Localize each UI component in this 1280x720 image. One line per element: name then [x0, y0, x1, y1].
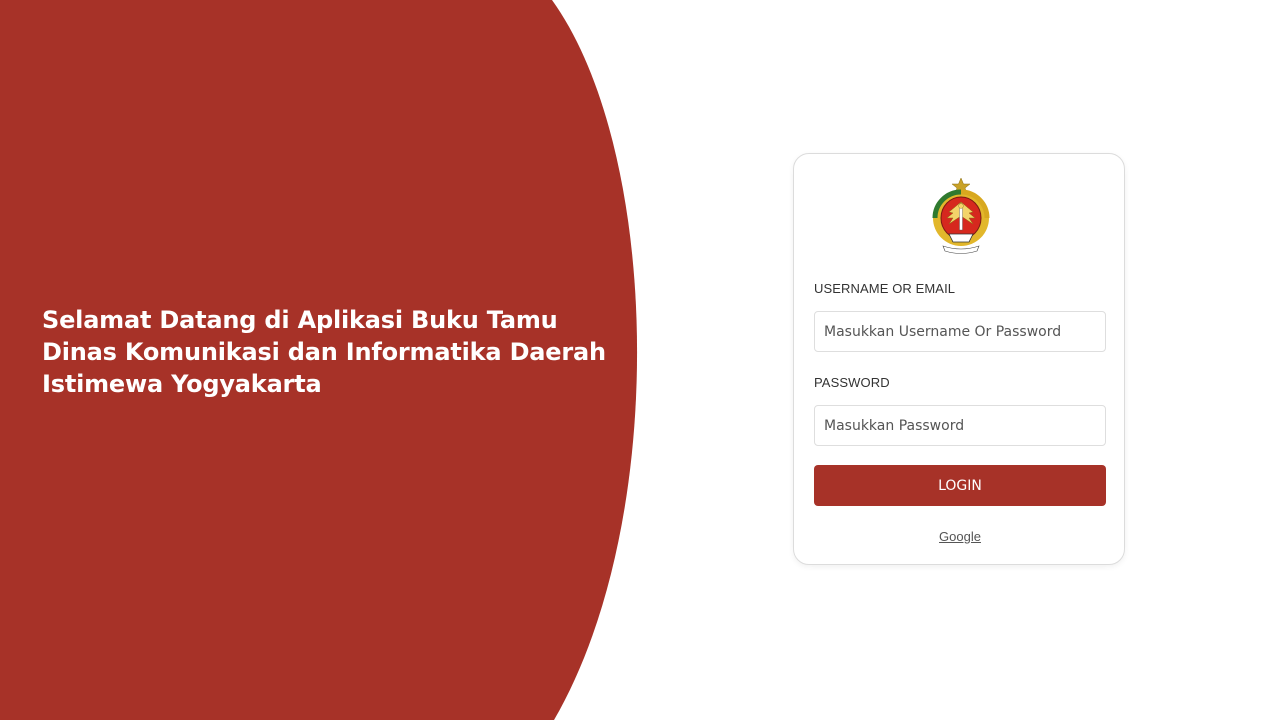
- password-input[interactable]: [814, 405, 1106, 446]
- username-label: USERNAME OR EMAIL: [814, 281, 956, 296]
- login-button[interactable]: LOGIN: [814, 465, 1106, 506]
- password-label: PASSWORD: [814, 375, 890, 390]
- google-login-link[interactable]: Google: [794, 529, 1126, 544]
- diy-coat-of-arms-icon: [932, 177, 990, 254]
- login-card: USERNAME OR EMAIL PASSWORD LOGIN Google: [793, 153, 1125, 565]
- welcome-heading: Selamat Datang di Aplikasi Buku Tamu Din…: [42, 306, 606, 398]
- username-input[interactable]: [814, 311, 1106, 352]
- login-page: Selamat Datang di Aplikasi Buku Tamu Din…: [0, 0, 1280, 720]
